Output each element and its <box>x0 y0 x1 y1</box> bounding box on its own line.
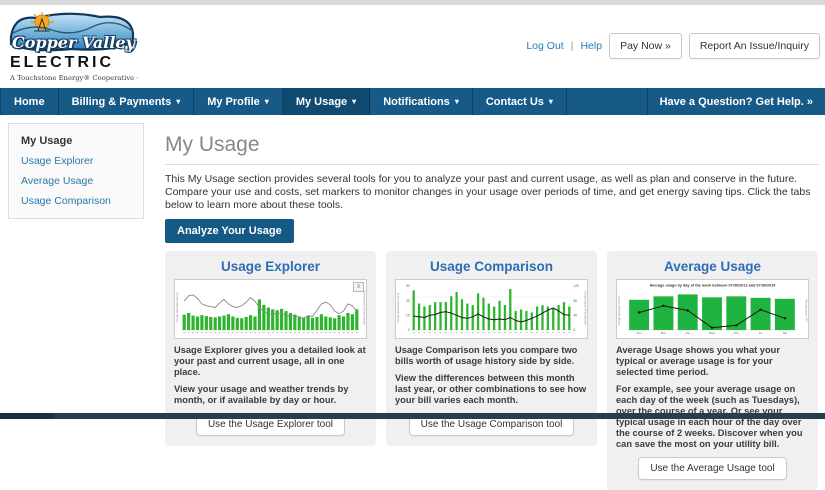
analyze-your-usage-button[interactable]: Analyze Your Usage <box>165 219 294 243</box>
touchstone-energy-icon <box>136 73 138 83</box>
svg-text:Fri: Fri <box>759 331 763 335</box>
card-title-usage-explorer: Usage Explorer <box>174 259 367 274</box>
svg-text:40: 40 <box>574 314 578 318</box>
usage-comparison-chart: Usage (kilowatt-hours) Temperature (Fahre… <box>395 279 588 339</box>
sidebar: My Usage Usage Explorer Average Usage Us… <box>8 123 144 219</box>
average-usage-chart: Average usage by day of the week between… <box>616 279 809 339</box>
logout-link[interactable]: Log Out <box>526 40 563 52</box>
company-logo[interactable]: Copper Valley ELECTRIC A Touchstone Ener… <box>8 9 138 83</box>
card-text: View your usage and weather trends by mo… <box>174 384 367 406</box>
logo-script-text: Copper Valley <box>12 33 132 52</box>
svg-text:10: 10 <box>406 314 410 318</box>
chevron-down-icon: ▾ <box>549 97 553 106</box>
nav-item-billing-payments[interactable]: Billing & Payments▾ <box>59 88 195 115</box>
nav-item-my-profile[interactable]: My Profile▾ <box>194 88 283 115</box>
link-divider: | <box>571 40 574 52</box>
nav-item-contact-us[interactable]: Contact Us▾ <box>473 88 567 115</box>
svg-text:Wed: Wed <box>709 331 715 335</box>
card-text: Average Usage shows you what your typica… <box>616 345 809 378</box>
svg-text:Temperature (°F): Temperature (°F) <box>805 300 809 323</box>
card-text: Usage Comparison lets you compare two bi… <box>395 345 588 367</box>
chevron-down-icon: ▾ <box>265 97 269 106</box>
nav-item-my-usage[interactable]: My Usage▾ <box>283 88 370 115</box>
svg-text:Usage (kilowatt-hours): Usage (kilowatt-hours) <box>617 296 621 326</box>
svg-text:Usage (kilowatt-hours): Usage (kilowatt-hours) <box>175 293 179 323</box>
pay-now-button[interactable]: Pay Now » <box>609 33 682 59</box>
average-usage-card: Average Usage Average usage by day of th… <box>607 251 818 490</box>
sidebar-item-my-usage[interactable]: My Usage <box>9 131 143 151</box>
svg-text:30: 30 <box>406 284 410 288</box>
site-header: Copper Valley ELECTRIC A Touchstone Ener… <box>0 5 825 88</box>
svg-text:Temperature (Fahrenheit): Temperature (Fahrenheit) <box>584 291 588 325</box>
main-nav: Home Billing & Payments▾ My Profile▾ My … <box>0 88 825 115</box>
svg-text:Sat: Sat <box>783 331 787 335</box>
header-utility-links: Log Out | Help Pay Now » Report An Issue… <box>526 33 820 59</box>
sidebar-item-usage-comparison[interactable]: Usage Comparison <box>9 191 143 211</box>
logo-artwork: Copper Valley <box>8 9 136 53</box>
card-title-average-usage: Average Usage <box>616 259 809 274</box>
svg-text:Sun: Sun <box>637 331 642 335</box>
nav-item-notifications[interactable]: Notifications▾ <box>370 88 473 115</box>
svg-text:Usage (kilowatt-hours): Usage (kilowatt-hours) <box>396 293 400 323</box>
svg-text:Temperature (Fahrenheit): Temperature (Fahrenheit) <box>363 291 367 325</box>
card-title-usage-comparison: Usage Comparison <box>395 259 588 274</box>
usage-explorer-chart: ≡ Usage (kilowatt-hours)Temperature (Fah… <box>174 279 367 339</box>
footer-bar <box>0 413 825 419</box>
use-average-usage-button[interactable]: Use the Average Usage tool <box>638 457 786 480</box>
chevron-down-icon: ▾ <box>352 97 356 106</box>
chevron-down-icon: ▾ <box>455 97 459 106</box>
svg-text:Thu: Thu <box>734 331 739 335</box>
sidebar-item-average-usage[interactable]: Average Usage <box>9 171 143 191</box>
logo-tagline: A Touchstone Energy® Cooperative <box>10 73 138 83</box>
svg-text:80: 80 <box>574 299 578 303</box>
chevron-down-icon: ▾ <box>176 97 180 106</box>
logo-electric-text: ELECTRIC <box>10 54 138 71</box>
nav-item-home[interactable]: Home <box>0 88 59 115</box>
svg-text:Mon: Mon <box>661 331 667 335</box>
intro-text: This My Usage section provides several t… <box>165 173 819 212</box>
report-issue-button[interactable]: Report An Issue/Inquiry <box>689 33 820 59</box>
svg-text:20: 20 <box>406 299 410 303</box>
tool-cards: Usage Explorer ≡ Usage (kilowatt-hours)T… <box>165 251 819 490</box>
svg-text:Tue: Tue <box>685 331 690 335</box>
help-link[interactable]: Help <box>580 40 602 52</box>
page-title: My Usage <box>165 133 819 165</box>
svg-text:0: 0 <box>408 328 410 332</box>
card-text: View the differences between this month … <box>395 373 588 406</box>
svg-text:120: 120 <box>574 284 580 288</box>
card-text: Usage Explorer gives you a detailed look… <box>174 345 367 378</box>
svg-text:0: 0 <box>574 328 576 332</box>
nav-get-help-link[interactable]: Have a Question? Get Help. » <box>647 88 825 115</box>
sidebar-item-usage-explorer[interactable]: Usage Explorer <box>9 151 143 171</box>
main-content: My Usage This My Usage section provides … <box>165 115 819 413</box>
svg-text:Average usage by day of the we: Average usage by day of the week between… <box>650 284 777 288</box>
